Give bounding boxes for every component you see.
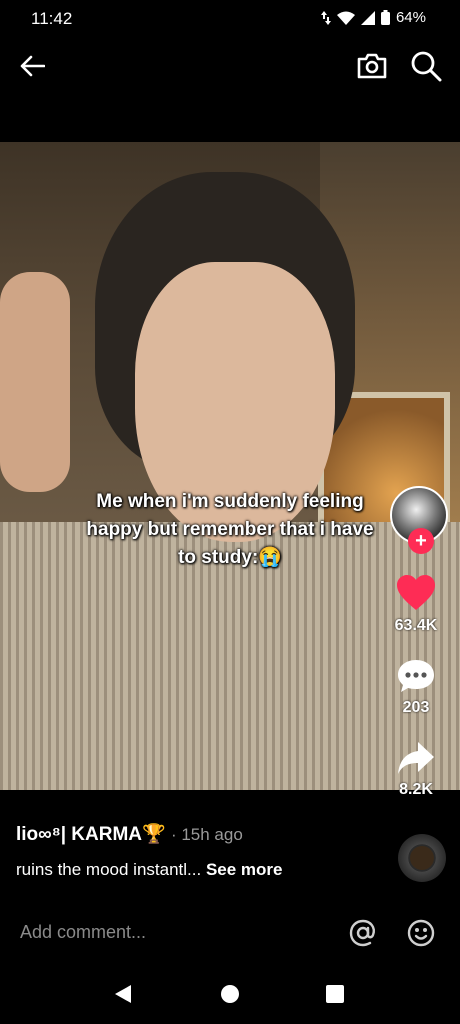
share-count: 8.2K bbox=[399, 781, 433, 798]
nav-recents-button[interactable] bbox=[320, 980, 350, 1008]
search-button[interactable] bbox=[406, 48, 446, 84]
camera-icon bbox=[357, 53, 387, 79]
music-cover bbox=[410, 846, 434, 870]
nav-back-button[interactable] bbox=[108, 980, 138, 1008]
system-nav-bar bbox=[0, 962, 460, 1024]
comment-input[interactable]: Add comment... bbox=[20, 922, 146, 943]
comment-bubble-icon bbox=[398, 660, 434, 692]
signal-icon bbox=[360, 10, 375, 25]
comment-bar: Add comment... bbox=[0, 904, 460, 962]
back-button[interactable] bbox=[14, 48, 50, 84]
nav-recents-icon bbox=[326, 985, 344, 1003]
like-count: 63.4K bbox=[394, 617, 438, 634]
comment-button[interactable]: 203 bbox=[380, 658, 452, 717]
search-icon bbox=[411, 51, 442, 82]
post-header: lio∞⁸| KARMA🏆 · 15h ago bbox=[16, 822, 396, 846]
post-info: lio∞⁸| KARMA🏆 · 15h ago ruins the mood i… bbox=[16, 822, 396, 880]
follow-button[interactable]: + bbox=[408, 528, 434, 554]
post-description[interactable]: ruins the mood instantl... See more bbox=[16, 860, 396, 880]
wifi-icon bbox=[336, 11, 355, 25]
description-text: ruins the mood instantl... bbox=[16, 860, 202, 879]
heart-icon bbox=[397, 575, 435, 610]
music-disc[interactable] bbox=[398, 834, 446, 882]
emoji-face-icon bbox=[407, 919, 435, 947]
nav-back-icon bbox=[115, 985, 131, 1003]
data-arrows-icon bbox=[320, 10, 331, 25]
nav-home-icon bbox=[221, 985, 239, 1003]
like-button[interactable]: 63.4K bbox=[380, 574, 452, 635]
status-bar: 11:42 64% bbox=[0, 0, 460, 36]
see-more-link[interactable]: See more bbox=[206, 860, 283, 879]
back-arrow-icon bbox=[20, 55, 45, 77]
username[interactable]: lio∞⁸| KARMA🏆 bbox=[16, 824, 166, 845]
share-arrow-icon bbox=[398, 742, 434, 774]
battery-icon bbox=[380, 10, 390, 25]
camera-button[interactable] bbox=[354, 48, 390, 84]
comment-count: 203 bbox=[402, 699, 430, 716]
top-bar bbox=[0, 36, 460, 100]
mention-button[interactable] bbox=[346, 916, 380, 950]
share-button[interactable]: 8.2K bbox=[380, 740, 452, 799]
at-sign-icon bbox=[349, 919, 375, 947]
emoji-button[interactable] bbox=[404, 916, 438, 950]
battery-percent: 64% bbox=[395, 9, 426, 26]
status-time: 11:42 bbox=[31, 9, 73, 28]
post-time: · 15h ago bbox=[170, 825, 243, 844]
video-caption: Me when i'm suddenly feeling happy but r… bbox=[86, 491, 374, 568]
nav-home-button[interactable] bbox=[215, 980, 245, 1008]
video-hand bbox=[0, 272, 70, 492]
status-icons: 64% bbox=[320, 9, 426, 26]
